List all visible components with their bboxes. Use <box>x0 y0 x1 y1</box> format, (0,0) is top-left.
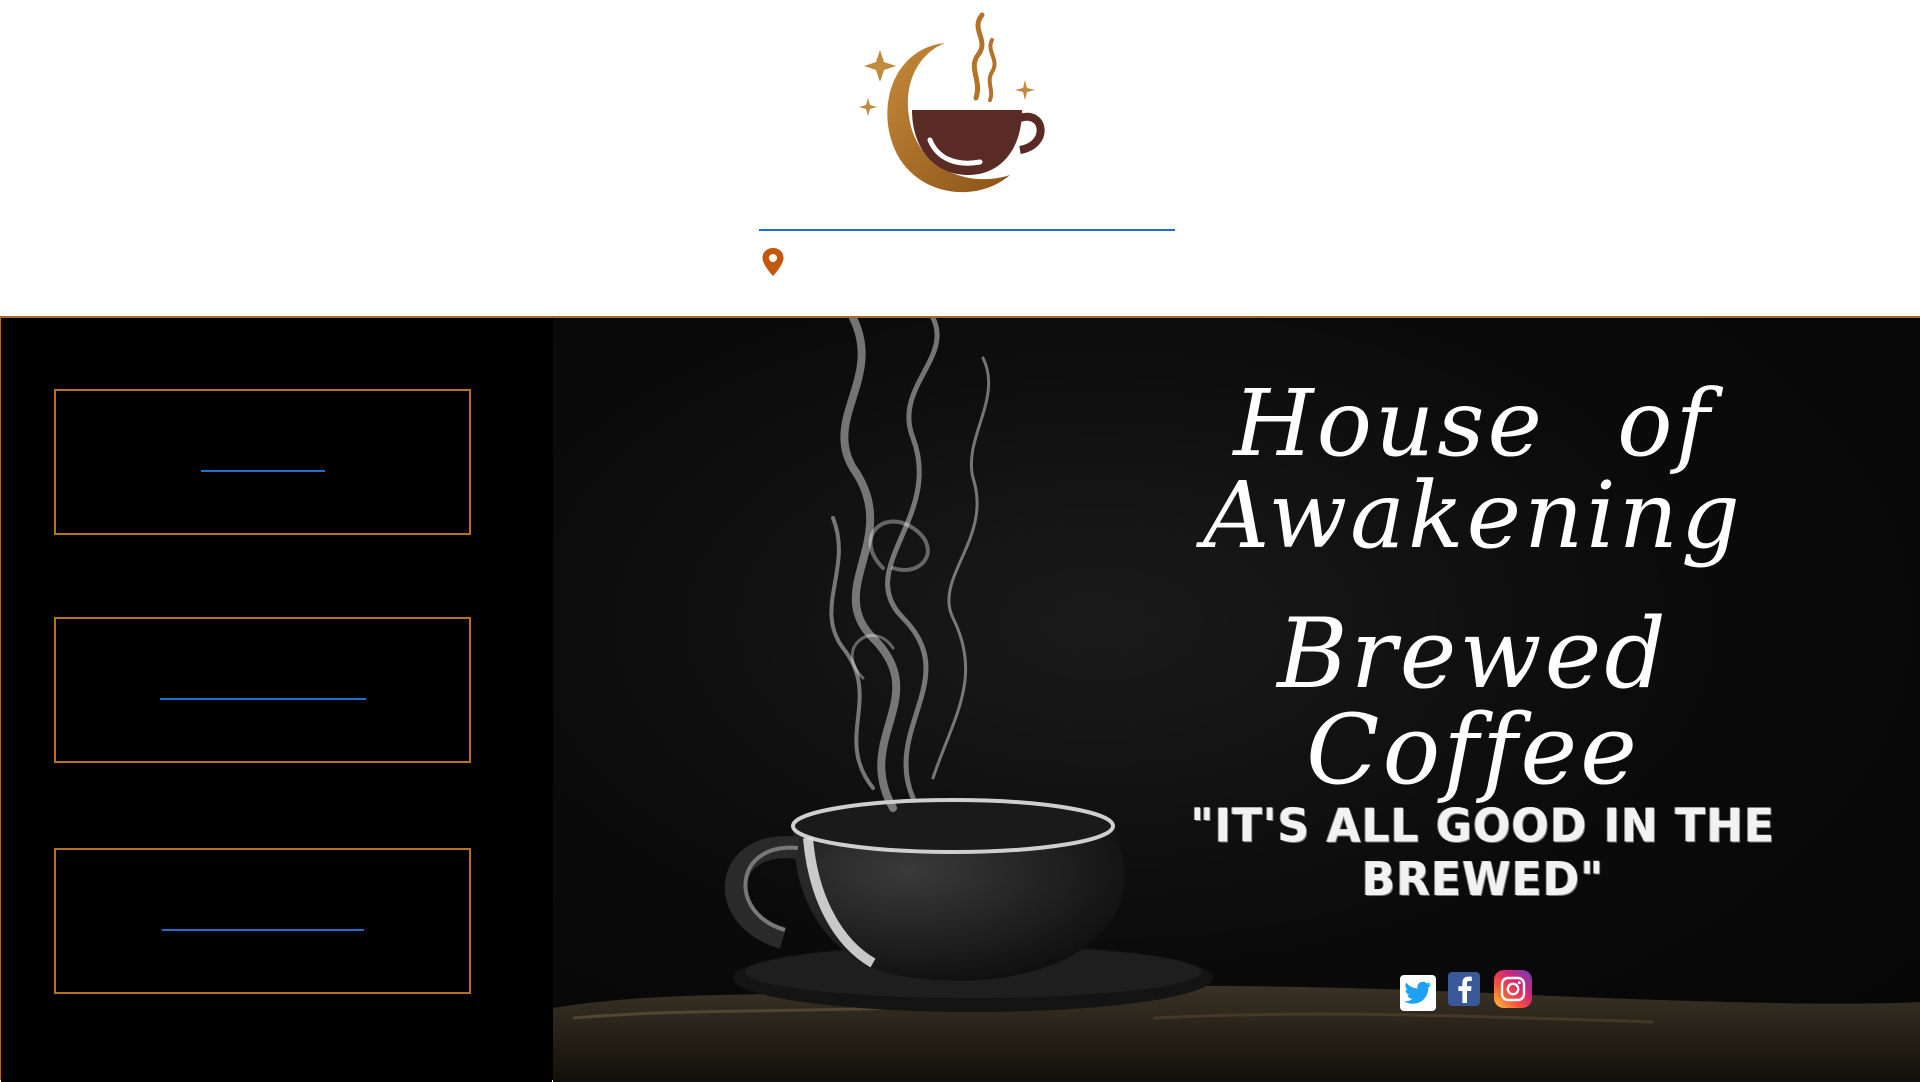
map-pin-icon[interactable] <box>761 247 785 277</box>
twitter-link[interactable] <box>1400 975 1436 1011</box>
facebook-link[interactable] <box>1448 972 1480 1006</box>
hero-title-line-1: House of Awakening <box>1203 370 1743 569</box>
sidebar-nav-button-1[interactable] <box>54 389 471 535</box>
nav-link-underline <box>159 698 366 700</box>
sidebar-nav-button-3[interactable] <box>54 848 471 994</box>
tagline: "IT'S ALL GOOD IN THE BREWED" <box>1190 799 1776 907</box>
hero-banner: House of Awakening Brewed Coffee "IT'S A… <box>553 318 1920 1082</box>
nav-link-underline <box>200 470 325 472</box>
header-nav-link-underline[interactable] <box>759 229 1175 231</box>
instagram-link[interactable] <box>1494 970 1532 1008</box>
logo-icon[interactable] <box>850 10 1065 205</box>
facebook-icon <box>1458 976 1472 1003</box>
site-header <box>0 0 1920 316</box>
instagram-icon <box>1500 976 1526 1002</box>
hero-title-line-2: Brewed Coffee <box>1277 598 1669 806</box>
sidebar <box>1 318 552 1082</box>
twitter-icon <box>1404 981 1431 1004</box>
main-content: House of Awakening Brewed Coffee "IT'S A… <box>0 316 1920 1082</box>
nav-link-underline <box>161 929 364 931</box>
hero-title: House of Awakening Brewed Coffee <box>1163 370 1783 806</box>
sidebar-nav-button-2[interactable] <box>54 617 471 763</box>
